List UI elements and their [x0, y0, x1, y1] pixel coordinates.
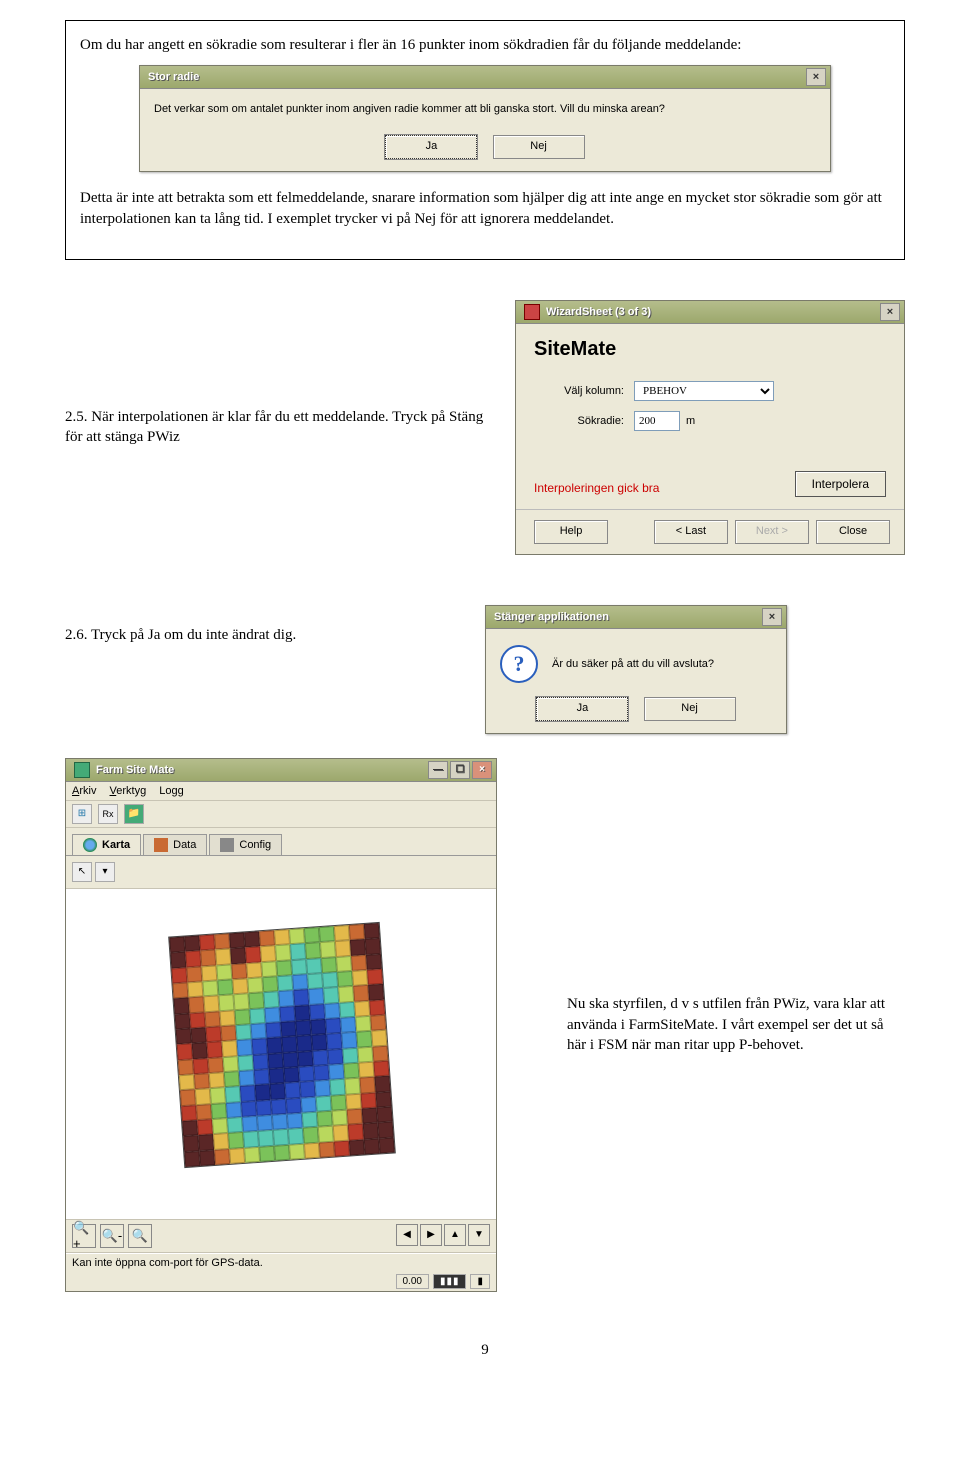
- fsm-tabs: Karta Data Config: [66, 828, 496, 856]
- note-outro: Detta är inte att betrakta som ett felme…: [80, 188, 890, 229]
- close-icon[interactable]: ×: [762, 608, 782, 626]
- yes-button[interactable]: Ja: [536, 697, 628, 721]
- confirm-title: Stänger applikationen: [494, 606, 609, 628]
- confirm-message: Är du säker på att du vill avsluta?: [552, 658, 714, 670]
- help-button[interactable]: Help: [534, 520, 608, 544]
- no-button[interactable]: Nej: [493, 135, 585, 159]
- radius-unit: m: [686, 415, 695, 427]
- globe-icon: [83, 838, 97, 852]
- confirm-titlebar: Stänger applikationen ×: [486, 606, 786, 629]
- toolbar-rx-icon[interactable]: Rx: [98, 804, 118, 824]
- zoom-fit-icon[interactable]: 🔍: [128, 1224, 152, 1248]
- interpolate-button[interactable]: Interpolera: [795, 471, 886, 497]
- fsm-window: Farm Site Mate — ☐ × Arkiv Verktyg Logg …: [65, 758, 497, 1292]
- fsm-map-canvas[interactable]: [66, 889, 496, 1220]
- close-icon[interactable]: ×: [880, 303, 900, 321]
- column-label: Välj kolumn:: [534, 385, 634, 397]
- menu-arkiv[interactable]: Arkiv: [72, 785, 96, 797]
- heatmap-grid: [168, 922, 396, 1168]
- pan-up-icon[interactable]: ▲: [444, 1224, 466, 1246]
- next-button: Next >: [735, 520, 809, 544]
- fsm-app-icon: [74, 762, 90, 778]
- close-icon[interactable]: ×: [472, 761, 492, 779]
- fsm-status-message: Kan inte öppna com-port för GPS-data.: [66, 1253, 496, 1272]
- toolbar-folder-icon[interactable]: 📁: [124, 804, 144, 824]
- zoom-out-icon[interactable]: 🔍-: [100, 1224, 124, 1248]
- tab-config[interactable]: Config: [209, 834, 282, 855]
- wizard-title: WizardSheet (3 of 3): [546, 301, 651, 323]
- dropdown-icon[interactable]: ▾: [95, 862, 115, 882]
- column-select[interactable]: PBEHOV: [634, 381, 774, 401]
- zoom-in-icon[interactable]: 🔍+: [72, 1224, 96, 1248]
- yes-button[interactable]: Ja: [385, 135, 477, 159]
- stor-radie-titlebar: Stor radie ×: [140, 66, 830, 89]
- stor-radie-message: Det verkar som om antalet punkter inom a…: [140, 89, 830, 129]
- page-number: 9: [65, 1342, 905, 1359]
- data-icon: [154, 838, 168, 852]
- coord-display: 0.00: [396, 1274, 429, 1289]
- wizard-titlebar: WizardSheet (3 of 3) ×: [516, 301, 904, 324]
- tab-karta[interactable]: Karta: [72, 834, 141, 855]
- status-indicator-1: ▮▮▮: [433, 1274, 467, 1289]
- maximize-icon[interactable]: ☐: [450, 761, 470, 779]
- pan-down-icon[interactable]: ▼: [468, 1224, 490, 1246]
- radius-input[interactable]: [634, 411, 680, 431]
- fsm-title: Farm Site Mate: [96, 759, 174, 781]
- last-button[interactable]: < Last: [654, 520, 728, 544]
- close-button[interactable]: Close: [816, 520, 890, 544]
- cursor-tool-icon[interactable]: ↖: [72, 862, 92, 882]
- toolbar-map-icon[interactable]: ⊞: [72, 804, 92, 824]
- stor-radie-title: Stor radie: [148, 66, 199, 88]
- close-icon[interactable]: ×: [806, 68, 826, 86]
- fsm-titlebar: Farm Site Mate — ☐ ×: [66, 759, 496, 782]
- fsm-toolbar: ⊞ Rx 📁: [66, 801, 496, 828]
- note-box: Om du har angett en sökradie som resulte…: [65, 20, 905, 260]
- minimize-icon[interactable]: —: [428, 761, 448, 779]
- step-2-6-text: 2.6. Tryck på Ja om du inte ändrat dig.: [65, 605, 485, 645]
- no-button[interactable]: Nej: [644, 697, 736, 721]
- radius-label: Sökradie:: [534, 415, 634, 427]
- step-2-5-text: 2.5. När interpolationen är klar får du …: [65, 407, 515, 448]
- question-icon: ?: [500, 645, 538, 683]
- menu-logg[interactable]: Logg: [159, 785, 183, 797]
- fsm-description: Nu ska styrfilen, d v s utfilen från PWi…: [567, 994, 887, 1055]
- status-indicator-2: ▮: [470, 1274, 490, 1289]
- fsm-menubar: Arkiv Verktyg Logg: [66, 782, 496, 801]
- pan-right-icon[interactable]: ▶: [420, 1224, 442, 1246]
- confirm-dialog: Stänger applikationen × ? Är du säker på…: [485, 605, 787, 734]
- menu-verktyg[interactable]: Verktyg: [110, 785, 147, 797]
- tab-data[interactable]: Data: [143, 834, 207, 855]
- pan-left-icon[interactable]: ◀: [396, 1224, 418, 1246]
- wizard-app-icon: [524, 304, 540, 320]
- wizard-heading: SiteMate: [534, 338, 886, 361]
- wizard-dialog: WizardSheet (3 of 3) × SiteMate Välj kol…: [515, 300, 905, 555]
- note-intro: Om du har angett en sökradie som resulte…: [80, 35, 890, 55]
- config-icon: [220, 838, 234, 852]
- stor-radie-dialog: Stor radie × Det verkar som om antalet p…: [139, 65, 831, 172]
